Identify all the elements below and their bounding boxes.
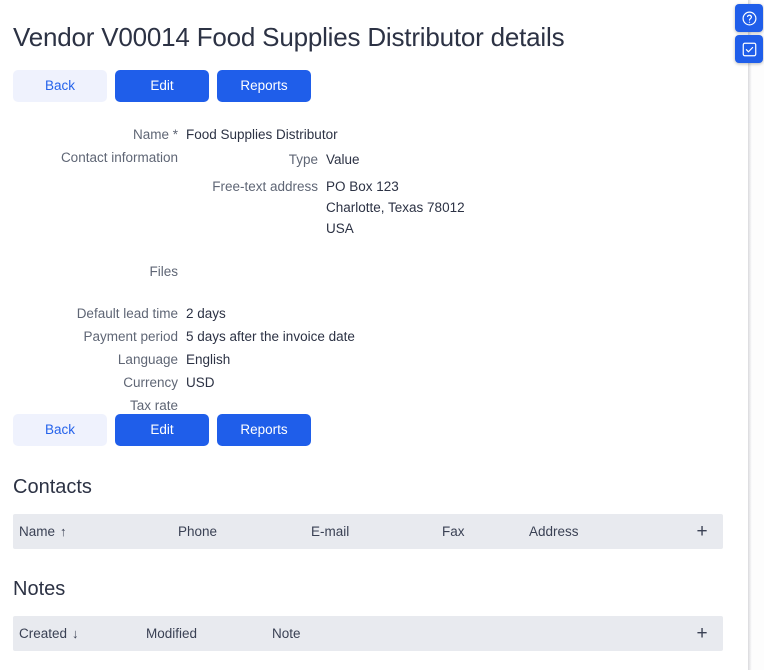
action-buttons-top: Back Edit Reports	[13, 70, 311, 102]
add-contact-button[interactable]: +	[689, 514, 715, 549]
notes-heading: Notes	[13, 578, 65, 601]
notes-column-created[interactable]: Created ↓	[19, 616, 79, 651]
notes-table-header-row: Created ↓ Modified Note +	[13, 616, 723, 651]
contact-row-type: Free-text address	[0, 176, 326, 197]
edit-button-top[interactable]: Edit	[115, 70, 209, 102]
contacts-column-phone[interactable]: Phone	[178, 514, 217, 549]
sort-descending-icon: ↓	[72, 626, 79, 641]
edit-button-bottom[interactable]: Edit	[115, 414, 209, 446]
checkbox-check-icon	[741, 41, 758, 58]
page-title: Vendor V00014 Food Supplies Distributor …	[13, 22, 564, 53]
field-value-language: English	[186, 349, 230, 370]
contact-subtable-row: Free-text address PO Box 123 Charlotte, …	[0, 176, 724, 239]
field-row-name: Name * Food Supplies Distributor	[0, 124, 724, 145]
contacts-heading: Contacts	[13, 476, 92, 499]
back-button-top[interactable]: Back	[13, 70, 107, 102]
tasks-button[interactable]	[735, 35, 763, 63]
notes-column-modified[interactable]: Modified	[146, 616, 197, 651]
help-circle-icon	[741, 10, 758, 27]
reports-button-bottom[interactable]: Reports	[217, 414, 311, 446]
notes-table: Created ↓ Modified Note +	[13, 616, 723, 651]
notes-column-modified-label: Modified	[146, 626, 197, 641]
floating-action-buttons	[735, 4, 763, 63]
field-row-default-lead-time: Default lead time 2 days	[0, 303, 724, 324]
field-label-name: Name *	[0, 124, 186, 145]
field-value-name: Food Supplies Distributor	[186, 124, 338, 145]
notes-column-note-label: Note	[272, 626, 301, 641]
field-label-payment-period: Payment period	[0, 326, 186, 347]
contact-information-subtable: Type Value Free-text address PO Box 123 …	[0, 149, 724, 239]
notes-column-created-label: Created	[19, 626, 67, 641]
contacts-column-name-label: Name	[19, 524, 55, 539]
add-note-button[interactable]: +	[689, 616, 715, 651]
help-button[interactable]	[735, 4, 763, 32]
reports-button-top[interactable]: Reports	[217, 70, 311, 102]
field-row-currency: Currency USD	[0, 372, 724, 393]
contacts-column-email-label: E-mail	[311, 524, 349, 539]
contacts-column-fax-label: Fax	[442, 524, 465, 539]
sort-ascending-icon: ↑	[60, 524, 67, 539]
pane-right-gutter	[752, 0, 764, 670]
field-label-currency: Currency	[0, 372, 186, 393]
contacts-column-fax[interactable]: Fax	[442, 514, 465, 549]
back-button-bottom[interactable]: Back	[13, 414, 107, 446]
field-label-language: Language	[0, 349, 186, 370]
vendor-details-form: Name * Food Supplies Distributor Contact…	[0, 124, 724, 418]
field-label-tax-rate: Tax rate	[0, 395, 186, 416]
contact-subtable-header: Type Value	[0, 149, 724, 170]
contacts-column-email[interactable]: E-mail	[311, 514, 349, 549]
contacts-column-name[interactable]: Name ↑	[19, 514, 67, 549]
contacts-table: Name ↑ Phone E-mail Fax Address +	[13, 514, 723, 549]
contacts-table-header-row: Name ↑ Phone E-mail Fax Address +	[13, 514, 723, 549]
field-value-default-lead-time: 2 days	[186, 303, 226, 324]
field-row-language: Language English	[0, 349, 724, 370]
field-row-payment-period: Payment period 5 days after the invoice …	[0, 326, 724, 347]
notes-column-note[interactable]: Note	[272, 616, 301, 651]
contacts-column-address[interactable]: Address	[529, 514, 579, 549]
contact-row-value: PO Box 123 Charlotte, Texas 78012 USA	[326, 176, 465, 239]
field-label-files: Files	[0, 261, 186, 282]
field-row-files: Files	[0, 261, 724, 282]
contacts-column-address-label: Address	[529, 524, 579, 539]
contact-column-value: Value	[326, 149, 360, 170]
main-content-pane: Vendor V00014 Food Supplies Distributor …	[0, 0, 748, 670]
field-row-tax-rate: Tax rate	[0, 395, 724, 416]
field-value-currency: USD	[186, 372, 215, 393]
action-buttons-bottom: Back Edit Reports	[13, 414, 311, 446]
contact-column-type: Type	[0, 149, 326, 170]
contacts-column-phone-label: Phone	[178, 524, 217, 539]
field-label-default-lead-time: Default lead time	[0, 303, 186, 324]
field-value-payment-period: 5 days after the invoice date	[186, 326, 355, 347]
